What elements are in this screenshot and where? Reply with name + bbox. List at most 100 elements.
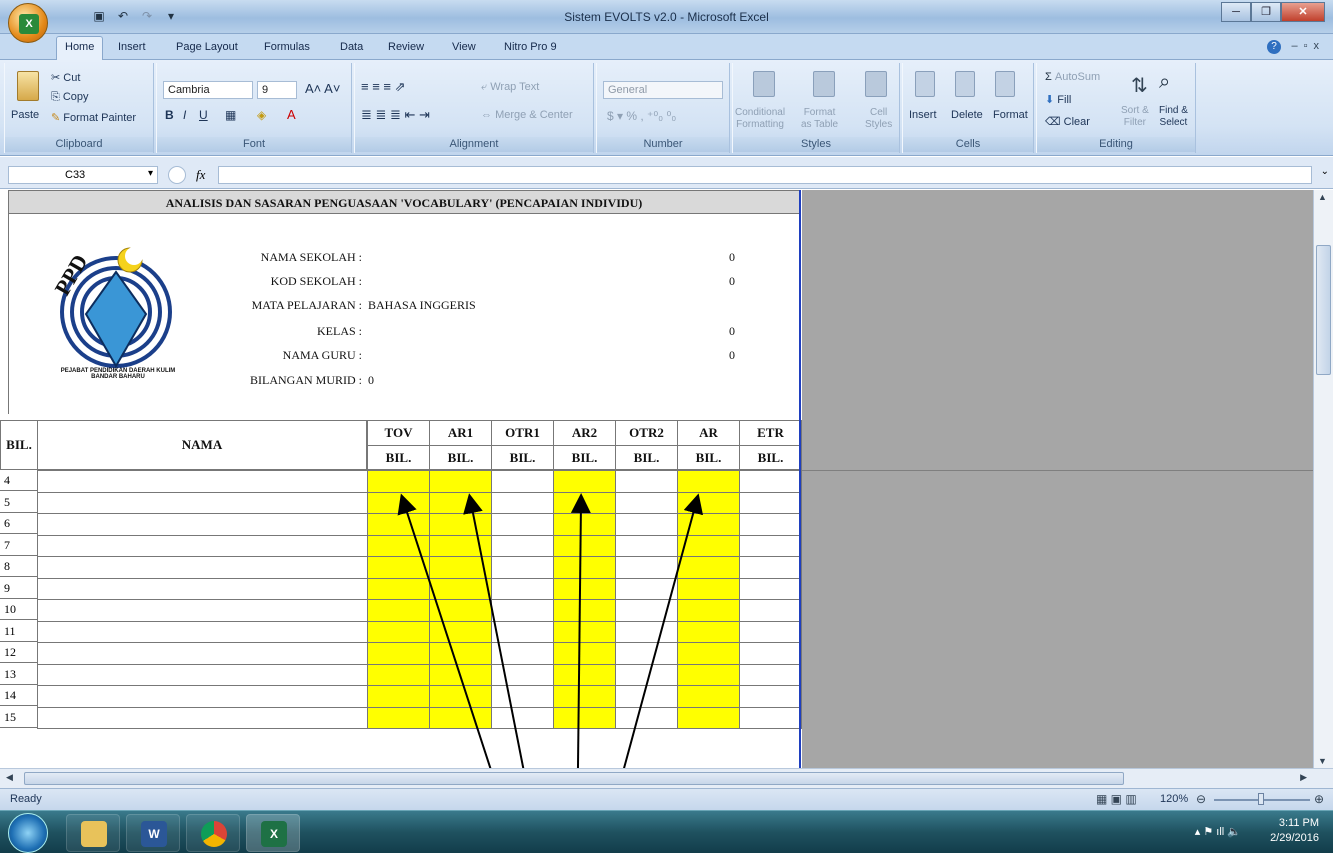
- cell-ar1[interactable]: [429, 599, 492, 622]
- cell-tov[interactable]: [367, 556, 430, 579]
- cell-tov[interactable]: [367, 491, 430, 514]
- cell-otr2[interactable]: [615, 706, 678, 729]
- cell-otr1[interactable]: [491, 577, 554, 600]
- cell-nama[interactable]: [37, 620, 368, 643]
- cell-etr[interactable]: [739, 620, 802, 643]
- borders-icon[interactable]: ▦: [225, 108, 236, 122]
- format-painter-button[interactable]: ✎ Format Painter: [51, 111, 136, 124]
- taskbar-chrome[interactable]: [186, 814, 240, 852]
- taskbar-excel[interactable]: X: [246, 814, 300, 852]
- cell-otr2[interactable]: [615, 620, 678, 643]
- cell-ar[interactable]: [677, 599, 740, 622]
- insert-button[interactable]: Insert: [909, 109, 937, 121]
- paste-button[interactable]: Paste: [11, 109, 39, 121]
- cell-nama[interactable]: [37, 556, 368, 579]
- currency-icon[interactable]: $ ▾ % , ⁺⁰₀ ⁰₀: [607, 109, 676, 123]
- format-button[interactable]: Format: [993, 109, 1028, 121]
- delete-cells-icon[interactable]: [955, 71, 975, 97]
- cell-ar2[interactable]: [553, 577, 616, 600]
- cell-etr[interactable]: [739, 534, 802, 557]
- number-format-combo[interactable]: General: [603, 81, 723, 99]
- format-cells-icon[interactable]: [995, 71, 1015, 97]
- tray-icons[interactable]: ▴ ⚑ ıll 🔈: [1195, 825, 1241, 838]
- delete-button[interactable]: Delete: [951, 109, 983, 121]
- tab-home[interactable]: Home: [56, 36, 104, 60]
- tab-insert[interactable]: Insert: [110, 39, 154, 55]
- cell-tov[interactable]: [367, 663, 430, 686]
- grow-font-icon[interactable]: A˄ A˅: [305, 81, 340, 96]
- cell-ar1[interactable]: [429, 663, 492, 686]
- paste-icon[interactable]: [17, 71, 39, 101]
- cell-ar2[interactable]: [553, 706, 616, 729]
- cell-nama[interactable]: [37, 534, 368, 557]
- clear-button[interactable]: ⌫ Clear: [1045, 115, 1090, 128]
- autosum-button[interactable]: Σ AutoSum: [1045, 71, 1100, 83]
- cell-otr2[interactable]: [615, 577, 678, 600]
- underline-icon[interactable]: U: [199, 108, 208, 122]
- cell-otr2[interactable]: [615, 491, 678, 514]
- cell-etr[interactable]: [739, 663, 802, 686]
- cell-otr1[interactable]: [491, 685, 554, 708]
- cell-ar2[interactable]: [553, 556, 616, 579]
- cell-etr[interactable]: [739, 556, 802, 579]
- horizontal-scroll-thumb[interactable]: [24, 772, 1124, 785]
- cell-etr[interactable]: [739, 642, 802, 665]
- cell-nama[interactable]: [37, 513, 368, 536]
- expand-formula-icon[interactable]: ⌄: [1321, 166, 1329, 177]
- scroll-right-icon[interactable]: ▶: [1300, 772, 1307, 783]
- align-top-icon[interactable]: ≡ ≡ ≡ ⇗: [361, 79, 405, 95]
- copy-button[interactable]: ⎘ Copy: [51, 91, 89, 104]
- font-name-combo[interactable]: Cambria: [163, 81, 253, 99]
- cell-nama[interactable]: [37, 491, 368, 514]
- taskbar-word[interactable]: W: [126, 814, 180, 852]
- sort-icon[interactable]: ⇅: [1131, 73, 1148, 98]
- cell-ar[interactable]: [677, 534, 740, 557]
- cell-nama[interactable]: [37, 599, 368, 622]
- cell-tov[interactable]: [367, 620, 430, 643]
- cell-nama[interactable]: [37, 685, 368, 708]
- tab-review[interactable]: Review: [380, 39, 432, 55]
- cell-etr[interactable]: [739, 685, 802, 708]
- cell-nama[interactable]: [37, 706, 368, 729]
- minimize-button[interactable]: ─: [1221, 2, 1251, 22]
- cell-otr2[interactable]: [615, 534, 678, 557]
- cell-nama[interactable]: [37, 470, 368, 493]
- taskbar-explorer[interactable]: [66, 814, 120, 852]
- horizontal-scrollbar[interactable]: ◀ ▶: [0, 768, 1333, 788]
- cell-nama[interactable]: [37, 663, 368, 686]
- cell-otr1[interactable]: [491, 599, 554, 622]
- cell-ar[interactable]: [677, 685, 740, 708]
- cell-ar[interactable]: [677, 642, 740, 665]
- close-button[interactable]: ✕: [1281, 2, 1325, 22]
- cell-tov[interactable]: [367, 685, 430, 708]
- cell-ar2[interactable]: [553, 663, 616, 686]
- zoom-slider-thumb[interactable]: [1258, 793, 1264, 805]
- tab-data[interactable]: Data: [332, 39, 371, 55]
- tab-nitro-pro[interactable]: Nitro Pro 9: [496, 39, 565, 55]
- cell-otr2[interactable]: [615, 556, 678, 579]
- fx-icon[interactable]: fx: [196, 167, 205, 183]
- cell-etr[interactable]: [739, 577, 802, 600]
- cell-ar[interactable]: [677, 513, 740, 536]
- workbook-controls[interactable]: –▫x: [1291, 40, 1325, 52]
- cell-ar2[interactable]: [553, 599, 616, 622]
- cell-ar2[interactable]: [553, 620, 616, 643]
- cell-ar1[interactable]: [429, 706, 492, 729]
- cell-styles-button[interactable]: Cell Styles: [865, 107, 892, 131]
- scroll-left-icon[interactable]: ◀: [6, 772, 13, 783]
- view-normal-icon[interactable]: ▦ ▣ ▥: [1096, 792, 1137, 806]
- cell-otr1[interactable]: [491, 556, 554, 579]
- cell-ar[interactable]: [677, 663, 740, 686]
- cell-otr1[interactable]: [491, 470, 554, 493]
- cell-ar1[interactable]: [429, 556, 492, 579]
- cell-ar1[interactable]: [429, 577, 492, 600]
- cell-ar2[interactable]: [553, 642, 616, 665]
- cell-etr[interactable]: [739, 599, 802, 622]
- sort-filter-button[interactable]: Sort & Filter: [1121, 105, 1149, 129]
- cell-otr2[interactable]: [615, 513, 678, 536]
- help-icon[interactable]: ?: [1267, 40, 1281, 54]
- cell-otr1[interactable]: [491, 642, 554, 665]
- cell-ar1[interactable]: [429, 685, 492, 708]
- cell-tov[interactable]: [367, 513, 430, 536]
- scroll-down-icon[interactable]: ▼: [1318, 756, 1327, 766]
